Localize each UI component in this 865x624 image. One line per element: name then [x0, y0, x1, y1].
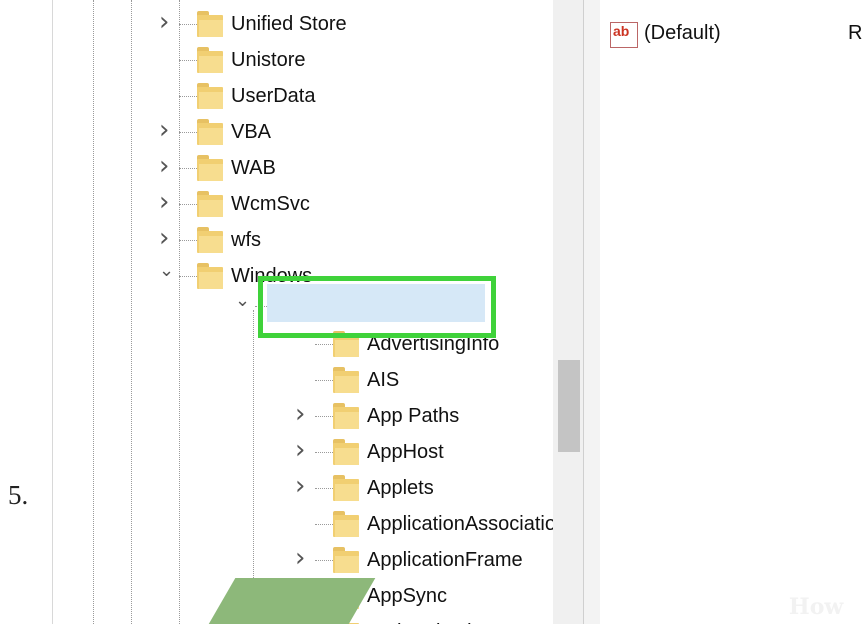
tree-connector	[315, 416, 333, 417]
chevron-right-icon[interactable]: ›	[159, 9, 169, 35]
folder-icon	[333, 475, 359, 501]
folder-icon	[333, 547, 359, 573]
folder-icon	[197, 227, 223, 253]
tree-connector	[315, 344, 333, 345]
tree-node-label: Unified Store	[231, 13, 347, 35]
tree-node-app-paths[interactable]: › App Paths	[53, 398, 553, 434]
tree-node-label: AppSync	[367, 585, 448, 607]
tree-node-unistore[interactable]: Unistore	[53, 42, 553, 78]
tree-node-wfs[interactable]: › wfs	[53, 222, 553, 258]
tree-connector	[315, 452, 333, 453]
scrollbar-thumb[interactable]	[558, 360, 580, 452]
watermark-part2: How	[788, 594, 844, 620]
chevron-right-icon[interactable]: ›	[295, 437, 305, 463]
tree-connector	[315, 488, 333, 489]
tree-node-apphost[interactable]: › AppHost	[53, 434, 553, 470]
folder-icon	[197, 263, 223, 289]
registry-values-pane: ab (Default) R	[600, 0, 865, 624]
tree-node-label: App Paths	[367, 405, 460, 427]
tree-node-wab[interactable]: › WAB	[53, 150, 553, 186]
tree-node-userdata[interactable]: UserData	[53, 78, 553, 114]
value-name-default[interactable]: (Default)	[644, 22, 721, 45]
folder-icon	[197, 11, 223, 37]
folder-icon	[197, 155, 223, 181]
string-value-icon-text: ab	[613, 23, 630, 39]
chevron-right-icon[interactable]: ›	[159, 117, 169, 143]
tree-node-wcmsvc[interactable]: › WcmSvc	[53, 186, 553, 222]
tree-connector	[179, 24, 197, 25]
tree-node-label: UserData	[231, 85, 316, 107]
watermark-part1: wiki	[738, 594, 789, 620]
tree-node-label: Unistore	[231, 49, 306, 71]
tree-node-label: ApplicationFrame	[367, 549, 523, 571]
chevron-right-icon[interactable]: ›	[295, 401, 305, 427]
folder-icon	[197, 119, 223, 145]
tree-node-unified-store[interactable]: › Unified Store	[53, 6, 553, 42]
tree-connector	[315, 560, 333, 561]
tree-node-label: Authentication	[367, 620, 494, 624]
chevron-down-icon[interactable]: ⌄	[159, 262, 174, 280]
folder-icon	[197, 83, 223, 109]
folder-icon	[197, 191, 223, 217]
chevron-right-icon[interactable]: ›	[295, 473, 305, 499]
tree-node-label: WAB	[231, 157, 276, 179]
tree-connector	[315, 380, 333, 381]
tree-node-label: AIS	[367, 369, 400, 391]
tree-connector	[179, 60, 197, 61]
folder-icon	[333, 367, 359, 393]
tree-node-applicationassociationt[interactable]: ApplicationAssociationT	[53, 506, 579, 542]
string-value-icon: ab	[610, 22, 638, 48]
tree-connector	[315, 524, 333, 525]
value-type-partial: R	[848, 22, 863, 44]
watermark-text: wikiHow	[738, 594, 843, 620]
tree-connector	[179, 132, 197, 133]
tree-connector	[179, 96, 197, 97]
tree-connector	[179, 204, 197, 205]
chevron-right-icon[interactable]: ›	[159, 189, 169, 215]
chevron-right-icon[interactable]: ›	[295, 545, 305, 571]
tree-node-label: ApplicationAssociationT	[367, 513, 580, 535]
folder-icon	[333, 439, 359, 465]
highlight-box	[258, 276, 496, 338]
chevron-right-icon[interactable]: ›	[159, 225, 169, 251]
chevron-down-icon[interactable]: ⌄	[235, 292, 250, 310]
tree-node-label: WcmSvc	[231, 193, 310, 215]
tree-node-applets[interactable]: › Applets	[53, 470, 553, 506]
registry-editor-screenshot: › Unified Store Unistore UserData › VBA › WAB › W…	[52, 0, 865, 624]
tree-node-label: VBA	[231, 121, 272, 143]
tree-connector	[179, 240, 197, 241]
tree-node-ais[interactable]: AIS	[53, 362, 553, 398]
tree-connector	[179, 276, 197, 277]
folder-icon	[333, 403, 359, 429]
tree-connector	[179, 168, 197, 169]
step-number: 5.	[8, 480, 29, 510]
folder-icon	[333, 511, 359, 537]
tree-node-label: wfs	[231, 229, 261, 251]
vertical-scrollbar[interactable]	[553, 0, 583, 624]
chevron-right-icon[interactable]: ›	[159, 153, 169, 179]
tree-node-label: Applets	[367, 477, 434, 499]
tree-node-applicationframe[interactable]: › ApplicationFrame	[53, 542, 553, 578]
tree-node-vba[interactable]: › VBA	[53, 114, 553, 150]
pane-splitter[interactable]	[583, 0, 601, 624]
tree-node-label: AppHost	[367, 441, 444, 463]
folder-icon	[197, 47, 223, 73]
